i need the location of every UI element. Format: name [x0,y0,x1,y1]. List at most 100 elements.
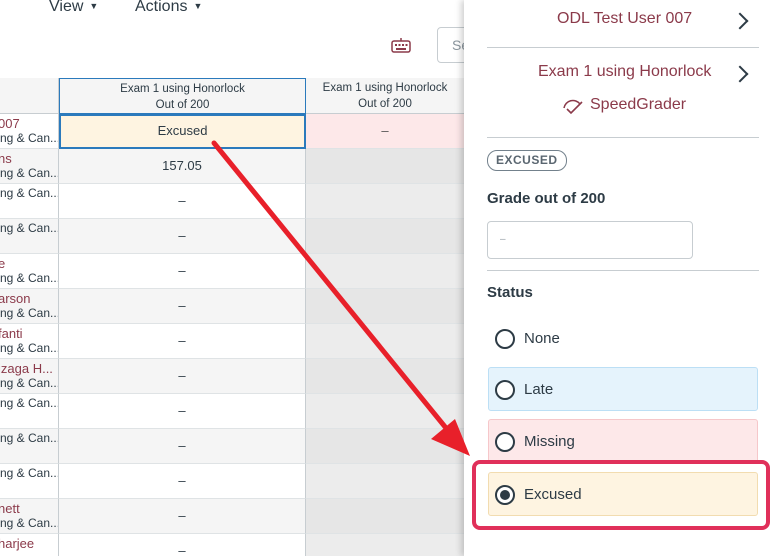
grade-cell[interactable]: – [59,464,306,499]
student-section: ng & Can... [0,306,59,320]
grade-cell[interactable] [306,359,464,394]
grade-cell[interactable] [306,289,464,324]
student-cell[interactable]: eng & Can... [0,254,59,289]
grade-cell[interactable]: – [59,184,306,219]
grade-cell[interactable]: – [59,324,306,359]
table-row: ng & Can... – [0,429,464,464]
student-cell[interactable]: ng & Can... [0,464,59,499]
student-name-link[interactable]: ODL Test User 007 [557,10,692,28]
gradebook-toolbar: View ▼ Actions ▼ Se [0,0,497,78]
grade-cell[interactable] [306,149,464,184]
status-label: Status [487,284,533,301]
radio-button[interactable] [495,329,515,349]
table-row: 007 ng & Can... Excused – [0,114,464,149]
status-option-label: Missing [524,433,575,450]
status-option-none[interactable]: None [488,316,758,360]
student-cell[interactable]: ng & Can... [0,429,59,464]
student-name[interactable]: e [0,256,58,271]
divider [487,137,759,138]
table-row: eng & Can...– [0,254,464,289]
chevron-right-icon[interactable] [731,65,749,83]
student-name[interactable]: 007 [0,116,58,131]
student-section: ng & Can... [0,221,59,235]
speedgrader-icon [563,99,583,115]
student-cell[interactable]: arson ng & Can... [0,289,59,324]
grade-cell[interactable]: 157.05 [59,149,306,184]
grade-cell[interactable] [306,324,464,359]
student-section: ng & Can... [0,466,59,480]
assignment-name-link[interactable]: Exam 1 using Honorlock [538,63,711,81]
student-cell[interactable]: izaga H... ng & Can... [0,359,59,394]
table-row: ng & Can... – [0,219,464,254]
table-row: fanti ng & Can... – [0,324,464,359]
grade-cell[interactable]: Excused [59,114,306,149]
student-name[interactable]: arson [0,291,58,306]
table-row: ng & Can... – [0,184,464,219]
student-section: ng & Can... [0,271,59,285]
status-option-late[interactable]: Late [488,367,758,411]
table-row: harjee – [0,534,464,556]
student-name[interactable]: nett [0,501,58,516]
column-title: Exam 1 using Honorlock [120,83,245,95]
table-row: nsng & Can...157.05 [0,149,464,184]
student-cell[interactable]: ng & Can... [0,219,59,254]
actions-menu-label: Actions [135,0,188,15]
status-option-missing[interactable]: Missing [488,419,758,463]
grade-cell[interactable] [306,464,464,499]
column-subtitle: Out of 200 [155,99,210,111]
radio-button[interactable] [495,380,515,400]
grade-cell[interactable]: – [59,429,306,464]
grade-cell[interactable]: – [59,499,306,534]
student-cell[interactable]: 007 ng & Can... [0,114,59,149]
student-section: ng & Can... [0,376,59,390]
student-cell[interactable]: nett ng & Can... [0,499,59,534]
table-row: ng & Can... – [0,394,464,429]
annotation-highlight-box [472,460,770,530]
assignment-column-header[interactable]: Exam 1 using Honorlock Out of 200 [306,78,464,114]
student-cell[interactable]: ng & Can... [0,184,59,219]
student-column-header[interactable] [0,78,59,114]
student-cell[interactable]: harjee [0,534,59,556]
grade-cell[interactable]: – [59,219,306,254]
actions-menu[interactable]: Actions ▼ [135,0,202,16]
grade-cell[interactable]: – [59,254,306,289]
grade-cell[interactable] [306,394,464,429]
grade-input[interactable]: – [487,221,693,259]
divider [487,47,759,48]
student-cell[interactable]: fanti ng & Can... [0,324,59,359]
grade-cell[interactable] [306,184,464,219]
student-name[interactable]: harjee [0,536,58,551]
grade-cell[interactable] [306,534,464,556]
grade-cell[interactable] [306,219,464,254]
table-row: ng & Can... – [0,464,464,499]
grade-cell[interactable] [306,499,464,534]
student-cell[interactable]: nsng & Can... [0,149,59,184]
student-cell[interactable]: ng & Can... [0,394,59,429]
status-option-label: Late [524,381,554,398]
grade-cell[interactable]: – [59,289,306,324]
grade-cell[interactable]: – [59,394,306,429]
student-section: ng & Can... [0,396,59,410]
speedgrader-label: SpeedGrader [590,96,687,113]
student-section: ng & Can... [0,186,59,200]
grade-cell[interactable]: – [59,534,306,556]
radio-button[interactable] [495,432,515,452]
grade-cell[interactable] [306,254,464,289]
divider [487,270,759,271]
status-option-label: None [524,330,560,347]
student-name[interactable]: fanti [0,326,58,341]
student-name[interactable]: izaga H... [0,361,58,376]
view-menu[interactable]: View ▼ [49,0,98,16]
chevron-down-icon: ▼ [89,1,99,11]
keyboard-icon[interactable] [391,38,411,54]
student-section: ng & Can... [0,131,59,145]
student-section: ng & Can... [0,166,59,180]
chevron-right-icon[interactable] [731,12,749,30]
grade-cell[interactable]: – [59,359,306,394]
assignment-column-header[interactable]: Exam 1 using Honorlock Out of 200 [59,78,306,114]
grade-cell[interactable]: – [306,114,464,149]
student-section: ng & Can... [0,516,59,530]
student-name[interactable]: ns [0,151,58,166]
grade-cell[interactable] [306,429,464,464]
column-title: Exam 1 using Honorlock [322,82,448,94]
